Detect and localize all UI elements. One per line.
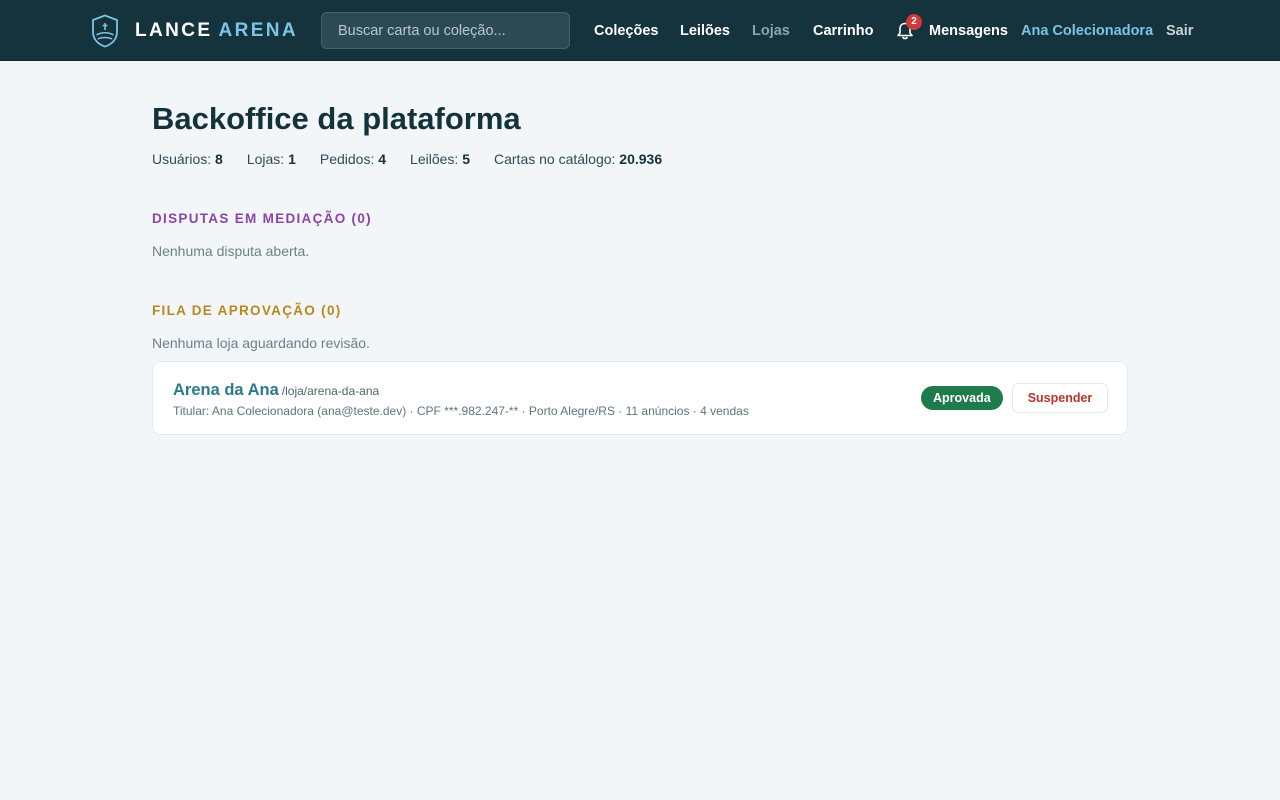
- stat-auctions-value: 5: [462, 151, 470, 167]
- brand-name-accent: ARENA: [218, 20, 299, 41]
- stat-orders: Pedidos: 4: [320, 151, 386, 167]
- approval-queue-heading: FILA DE APROVAÇÃO (0): [152, 303, 342, 318]
- stat-users: Usuários: 8: [152, 151, 223, 167]
- brand-name: LANCE ARENA: [135, 20, 298, 42]
- approval-queue-empty-message: Nenhuma loja aguardando revisão.: [152, 335, 370, 351]
- brand-logo[interactable]: LANCE ARENA: [91, 14, 298, 48]
- page-title: Backoffice da plataforma: [152, 101, 521, 136]
- nav-user-profile[interactable]: Ana Colecionadora: [1021, 0, 1153, 61]
- stat-users-label: Usuários:: [152, 151, 212, 167]
- nav-logout[interactable]: Sair: [1166, 0, 1193, 61]
- platform-stats: Usuários: 8 Lojas: 1 Pedidos: 4 Leilões:…: [152, 151, 662, 167]
- stat-catalog-cards-value: 20.936: [619, 151, 663, 167]
- nav-messages[interactable]: Mensagens: [929, 0, 1008, 61]
- shield-logo-icon: [92, 14, 118, 48]
- notifications-count-badge: 2: [906, 14, 922, 30]
- store-details: Titular: Ana Colecionadora (ana@teste.de…: [173, 404, 749, 418]
- store-name: Arena da Ana: [173, 381, 279, 399]
- nav-collections[interactable]: Coleções: [594, 0, 658, 61]
- nav-cart[interactable]: Carrinho: [813, 0, 873, 61]
- stat-stores: Lojas: 1: [247, 151, 296, 167]
- stat-stores-label: Lojas:: [246, 151, 285, 167]
- suspend-store-button[interactable]: Suspender: [1012, 383, 1108, 413]
- store-name-link[interactable]: Arena da Ana/loja/arena-da-ana: [173, 381, 379, 400]
- disputes-section-heading: DISPUTAS EM MEDIAÇÃO (0): [152, 211, 372, 226]
- stat-users-value: 8: [215, 151, 223, 167]
- store-slug: /loja/arena-da-ana: [281, 384, 380, 398]
- search-input[interactable]: [321, 12, 570, 49]
- stat-catalog-cards: Cartas no catálogo: 20.936: [494, 151, 662, 167]
- stat-orders-label: Pedidos:: [319, 151, 375, 167]
- top-navigation-bar: LANCEARENA Coleções Leilões Lojas Carrin…: [0, 0, 1280, 61]
- brand-name-primary: LANCE: [135, 20, 213, 41]
- stat-auctions: Leilões: 5: [410, 151, 470, 167]
- nav-auctions[interactable]: Leilões: [680, 0, 730, 61]
- stat-orders-value: 4: [378, 151, 387, 167]
- stat-auctions-label: Leilões:: [410, 151, 459, 167]
- nav-stores[interactable]: Lojas: [752, 0, 790, 61]
- stat-catalog-cards-label: Cartas no catálogo:: [494, 151, 616, 167]
- store-card: Arena da Ana/loja/arena-da-ana Titular: …: [152, 361, 1128, 435]
- stat-stores-value: 1: [288, 151, 296, 167]
- store-status-badge: Aprovada: [921, 386, 1003, 410]
- disputes-empty-message: Nenhuma disputa aberta.: [152, 243, 310, 259]
- notifications-button[interactable]: 2: [894, 14, 922, 44]
